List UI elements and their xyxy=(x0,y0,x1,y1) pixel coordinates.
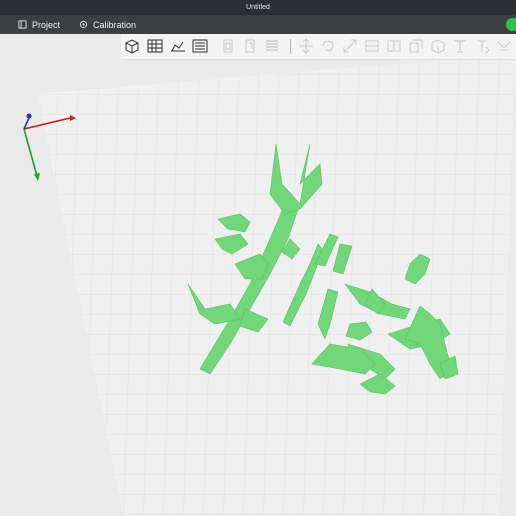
measure-icon xyxy=(497,41,511,51)
3d-viewport[interactable] xyxy=(0,34,516,516)
paste-button[interactable] xyxy=(241,37,259,55)
place-face-button[interactable] xyxy=(429,37,447,55)
project-icon xyxy=(18,20,27,29)
title-bar: Untitled xyxy=(0,0,516,15)
cut-button[interactable] xyxy=(385,37,403,55)
move-button[interactable] xyxy=(297,37,315,55)
text-icon xyxy=(477,40,490,54)
measure-button[interactable] xyxy=(495,37,513,55)
status-indicator[interactable] xyxy=(506,18,516,31)
move-icon xyxy=(299,38,313,54)
support-button[interactable] xyxy=(451,37,469,55)
menu-bar: Project Calibration xyxy=(0,15,516,34)
tab-calibration-label: Calibration xyxy=(93,19,137,30)
tab-calibration[interactable]: Calibration xyxy=(79,15,136,34)
cut-icon xyxy=(387,40,401,52)
scale-button[interactable] xyxy=(341,37,359,55)
copy-icon xyxy=(223,39,233,53)
scene-icon xyxy=(171,41,185,52)
support-icon xyxy=(454,40,466,53)
scale-icon xyxy=(343,39,357,53)
duplicate-button[interactable] xyxy=(407,37,425,55)
text-button[interactable] xyxy=(473,37,491,55)
slice-layers-icon xyxy=(192,39,208,53)
duplicate-icon xyxy=(409,39,423,53)
tab-project-label: Project xyxy=(32,19,61,30)
toolbar xyxy=(121,34,516,60)
window-title: Untitled xyxy=(246,4,270,11)
grid-layout-icon xyxy=(147,39,163,53)
mirror-icon xyxy=(365,40,379,52)
rotate-icon xyxy=(322,40,334,52)
delete-button[interactable] xyxy=(263,37,281,55)
scene-button[interactable] xyxy=(169,37,187,55)
add-cube-button[interactable] xyxy=(123,37,141,55)
slice-layers-button[interactable] xyxy=(191,37,209,55)
rotate-button[interactable] xyxy=(319,37,337,55)
calibration-icon xyxy=(79,20,88,29)
mirror-button[interactable] xyxy=(363,37,381,55)
place-face-icon xyxy=(431,39,445,54)
delete-icon xyxy=(266,40,278,51)
tab-project[interactable]: Project xyxy=(18,15,60,34)
add-cube-icon xyxy=(125,39,139,54)
copy-button[interactable] xyxy=(219,37,237,55)
paste-icon xyxy=(245,39,255,53)
grid-layout-button[interactable] xyxy=(146,37,164,55)
toolbar-separator xyxy=(290,39,291,54)
